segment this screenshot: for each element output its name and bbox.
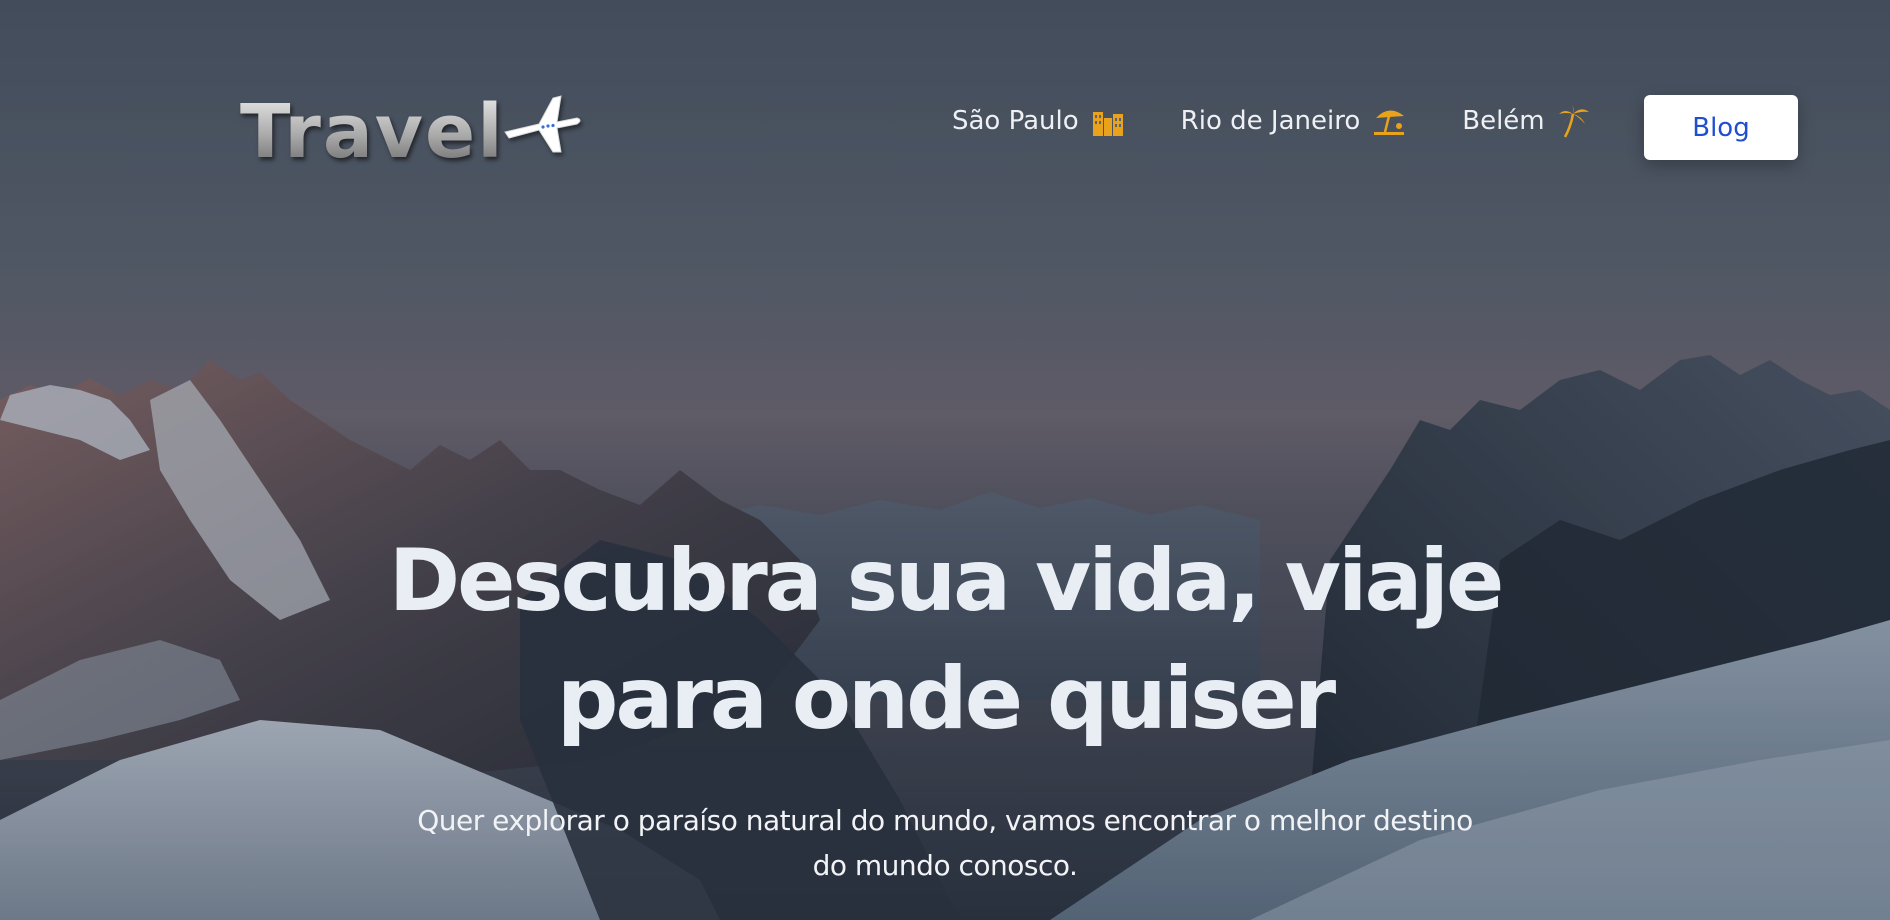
city-buildings-icon [1092, 112, 1123, 136]
beach-umbrella-icon [1374, 110, 1405, 135]
hero-subtitle: Quer explorar o paraíso natural do mundo… [417, 804, 1473, 882]
site-header: Travel São Paulo Rio de Janeiro Belém Bl… [0, 0, 1890, 170]
nav-item-rio-de-janeiro[interactable]: Rio de Janeiro [1181, 104, 1407, 138]
nav-label-sao-paulo: São Paulo [952, 106, 1079, 136]
hero-section: Travel São Paulo Rio de Janeiro Belém Bl… [0, 0, 1890, 920]
travel-logo[interactable]: Travel [240, 92, 583, 172]
nav-item-sao-paulo[interactable]: São Paulo [952, 104, 1125, 138]
nav-item-belem[interactable]: Belém [1462, 104, 1590, 138]
main-nav: São Paulo Rio de Janeiro Belém [952, 104, 1591, 138]
logo-text: Travel [240, 89, 505, 175]
nav-label-rio-de-janeiro: Rio de Janeiro [1180, 106, 1361, 136]
blog-button[interactable]: Blog [1644, 95, 1798, 160]
hero-title: Descubra sua vida, viaje para onde quise… [388, 531, 1505, 749]
airplane-icon [503, 95, 581, 153]
palm-tree-icon [1558, 104, 1589, 138]
nav-label-belem: Belém [1462, 106, 1545, 136]
